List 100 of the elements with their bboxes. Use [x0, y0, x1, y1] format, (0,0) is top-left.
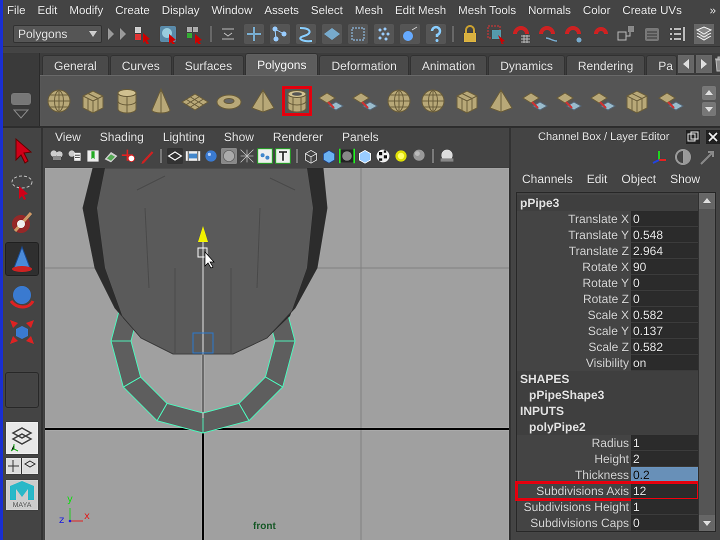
channel-value[interactable]: 0.548 [631, 227, 698, 243]
shaded-ball-icon[interactable] [411, 148, 427, 164]
channel-label[interactable]: Radius [517, 435, 631, 451]
lattice-icon[interactable] [348, 24, 368, 44]
shelf-tab[interactable]: Curves [110, 55, 172, 75]
shelf-tab[interactable]: Surfaces [172, 55, 244, 75]
shelf-tab[interactable]: Deformation [319, 55, 409, 75]
pan-zoom-icon[interactable] [121, 148, 137, 164]
menu-item[interactable]: Display [162, 4, 200, 16]
shelf-down-icon[interactable] [702, 102, 716, 116]
menu-item[interactable]: Assets [264, 4, 299, 16]
magnet-curve-icon[interactable] [538, 24, 558, 44]
panel-menu[interactable]: Show [224, 130, 254, 144]
channel-label[interactable]: Rotate Y [517, 275, 631, 291]
plane-icon[interactable] [322, 24, 342, 44]
close-icon[interactable] [706, 130, 720, 144]
menu-item[interactable]: Edit [38, 4, 58, 16]
shelf-tab-icon[interactable] [11, 93, 31, 105]
scroll-right-icon[interactable] [696, 55, 712, 73]
channel-label[interactable]: Subdivisions Height [517, 499, 631, 515]
panel-menu[interactable]: Renderer [272, 130, 323, 144]
channel-value[interactable]: 1 [631, 435, 698, 451]
menu-item[interactable]: Create UVs [622, 4, 682, 16]
panel-menu[interactable]: View [55, 130, 81, 144]
move-manipulator-drawing[interactable] [192, 226, 214, 418]
light-icon[interactable] [393, 148, 409, 164]
wireframe-icon[interactable] [239, 148, 255, 164]
text-icon[interactable] [275, 148, 291, 164]
channel-menu[interactable]: Edit [586, 172, 608, 186]
channel-menu[interactable]: Object [621, 172, 656, 186]
channel-value[interactable]: 0 [631, 275, 698, 291]
shelf-tab[interactable]: General [42, 55, 109, 75]
node-icon[interactable] [616, 24, 636, 44]
channel-label[interactable]: Scale Y [517, 323, 631, 339]
shelf-tab[interactable]: Polygons [245, 53, 318, 75]
node-name[interactable]: polyPipe2 [517, 419, 698, 435]
panel-menu[interactable]: Shading [100, 130, 144, 144]
cube-icon[interactable] [357, 148, 373, 164]
checker-ball-icon[interactable] [375, 148, 391, 164]
axis-icon[interactable] [650, 148, 668, 166]
object-name[interactable]: pPipe3 [517, 195, 698, 211]
panel-menu[interactable]: Lighting [162, 130, 205, 144]
half-circle-icon[interactable] [674, 148, 692, 166]
channel-value[interactable]: 0.582 [631, 339, 698, 355]
panel-menu[interactable]: Panels [342, 130, 379, 144]
channel-label[interactable]: Thickness [517, 467, 631, 483]
channel-label[interactable]: Subdivisions Caps [517, 515, 631, 531]
channel-label[interactable]: Translate Y [517, 227, 631, 243]
channel-value[interactable]: 0.137 [631, 323, 698, 339]
shelf-tab[interactable]: Dynamics [488, 55, 565, 75]
menu-item[interactable]: Normals [528, 4, 571, 16]
channel-value[interactable]: 2.964 [631, 243, 698, 259]
channel-label[interactable]: Height [517, 451, 631, 467]
shelf-menu-icon[interactable] [11, 108, 31, 120]
magnet-grid-icon[interactable] [512, 24, 532, 44]
channel-menu[interactable]: Show [670, 172, 700, 186]
shelf-tab[interactable]: Animation [410, 55, 488, 75]
layout-single-pane-icon[interactable] [6, 422, 38, 454]
channel-label[interactable]: Translate Z [517, 243, 631, 259]
channel-label[interactable]: Scale Z [517, 339, 631, 355]
channel-value[interactable]: 0 [631, 211, 698, 227]
menu-item[interactable]: Create [115, 4, 150, 16]
layout-presets-icon[interactable] [6, 458, 38, 474]
menu-item[interactable]: Color [582, 4, 610, 16]
scroll-left-icon[interactable] [678, 55, 694, 73]
plus-icon[interactable] [244, 24, 264, 44]
layers-icon[interactable] [694, 24, 714, 44]
shelf-up-icon[interactable] [702, 86, 716, 100]
flat-circle-icon[interactable] [221, 148, 237, 164]
curve-icon[interactable] [296, 24, 316, 44]
menu-item[interactable]: Window [211, 4, 252, 16]
mode-dropdown[interactable]: Polygons [13, 24, 102, 42]
channel-value[interactable]: 0 [631, 515, 698, 531]
scale-tool-icon[interactable] [7, 317, 37, 347]
channel-value[interactable]: on [631, 355, 698, 371]
poly-pipe-icon[interactable] [282, 86, 312, 116]
channel-label[interactable]: Rotate X [517, 259, 631, 275]
channel-label[interactable]: Rotate Z [517, 291, 631, 307]
menu-item[interactable]: Select [310, 4, 343, 16]
menu-item[interactable]: File [7, 4, 26, 16]
shelf-tab[interactable]: Pa [646, 55, 677, 75]
help-icon[interactable] [426, 24, 446, 44]
render-ball-icon[interactable] [439, 148, 455, 164]
grid-icon[interactable] [167, 148, 183, 164]
channel-value[interactable]: 2 [631, 451, 698, 467]
overflow-button[interactable]: » [710, 4, 716, 16]
scroll-up-icon[interactable] [699, 193, 715, 209]
channel-label[interactable]: Visibility [517, 355, 631, 371]
channel-value[interactable]: 1 [631, 499, 698, 515]
scroll-down-icon[interactable] [699, 515, 715, 531]
checker-cube-icon[interactable] [339, 148, 355, 164]
texture-icon[interactable] [257, 148, 273, 164]
camera-attributes-icon[interactable] [67, 148, 83, 164]
channel-value[interactable]: 0.582 [631, 307, 698, 323]
pipe-mesh-drawing[interactable] [82, 168, 328, 434]
menu-item[interactable]: Edit Mesh [395, 4, 446, 16]
channel-value[interactable]: 90 [631, 259, 698, 275]
select-object-icon[interactable] [158, 24, 178, 44]
channel-value[interactable]: 0 [631, 291, 698, 307]
bookmark-icon[interactable] [85, 148, 101, 164]
